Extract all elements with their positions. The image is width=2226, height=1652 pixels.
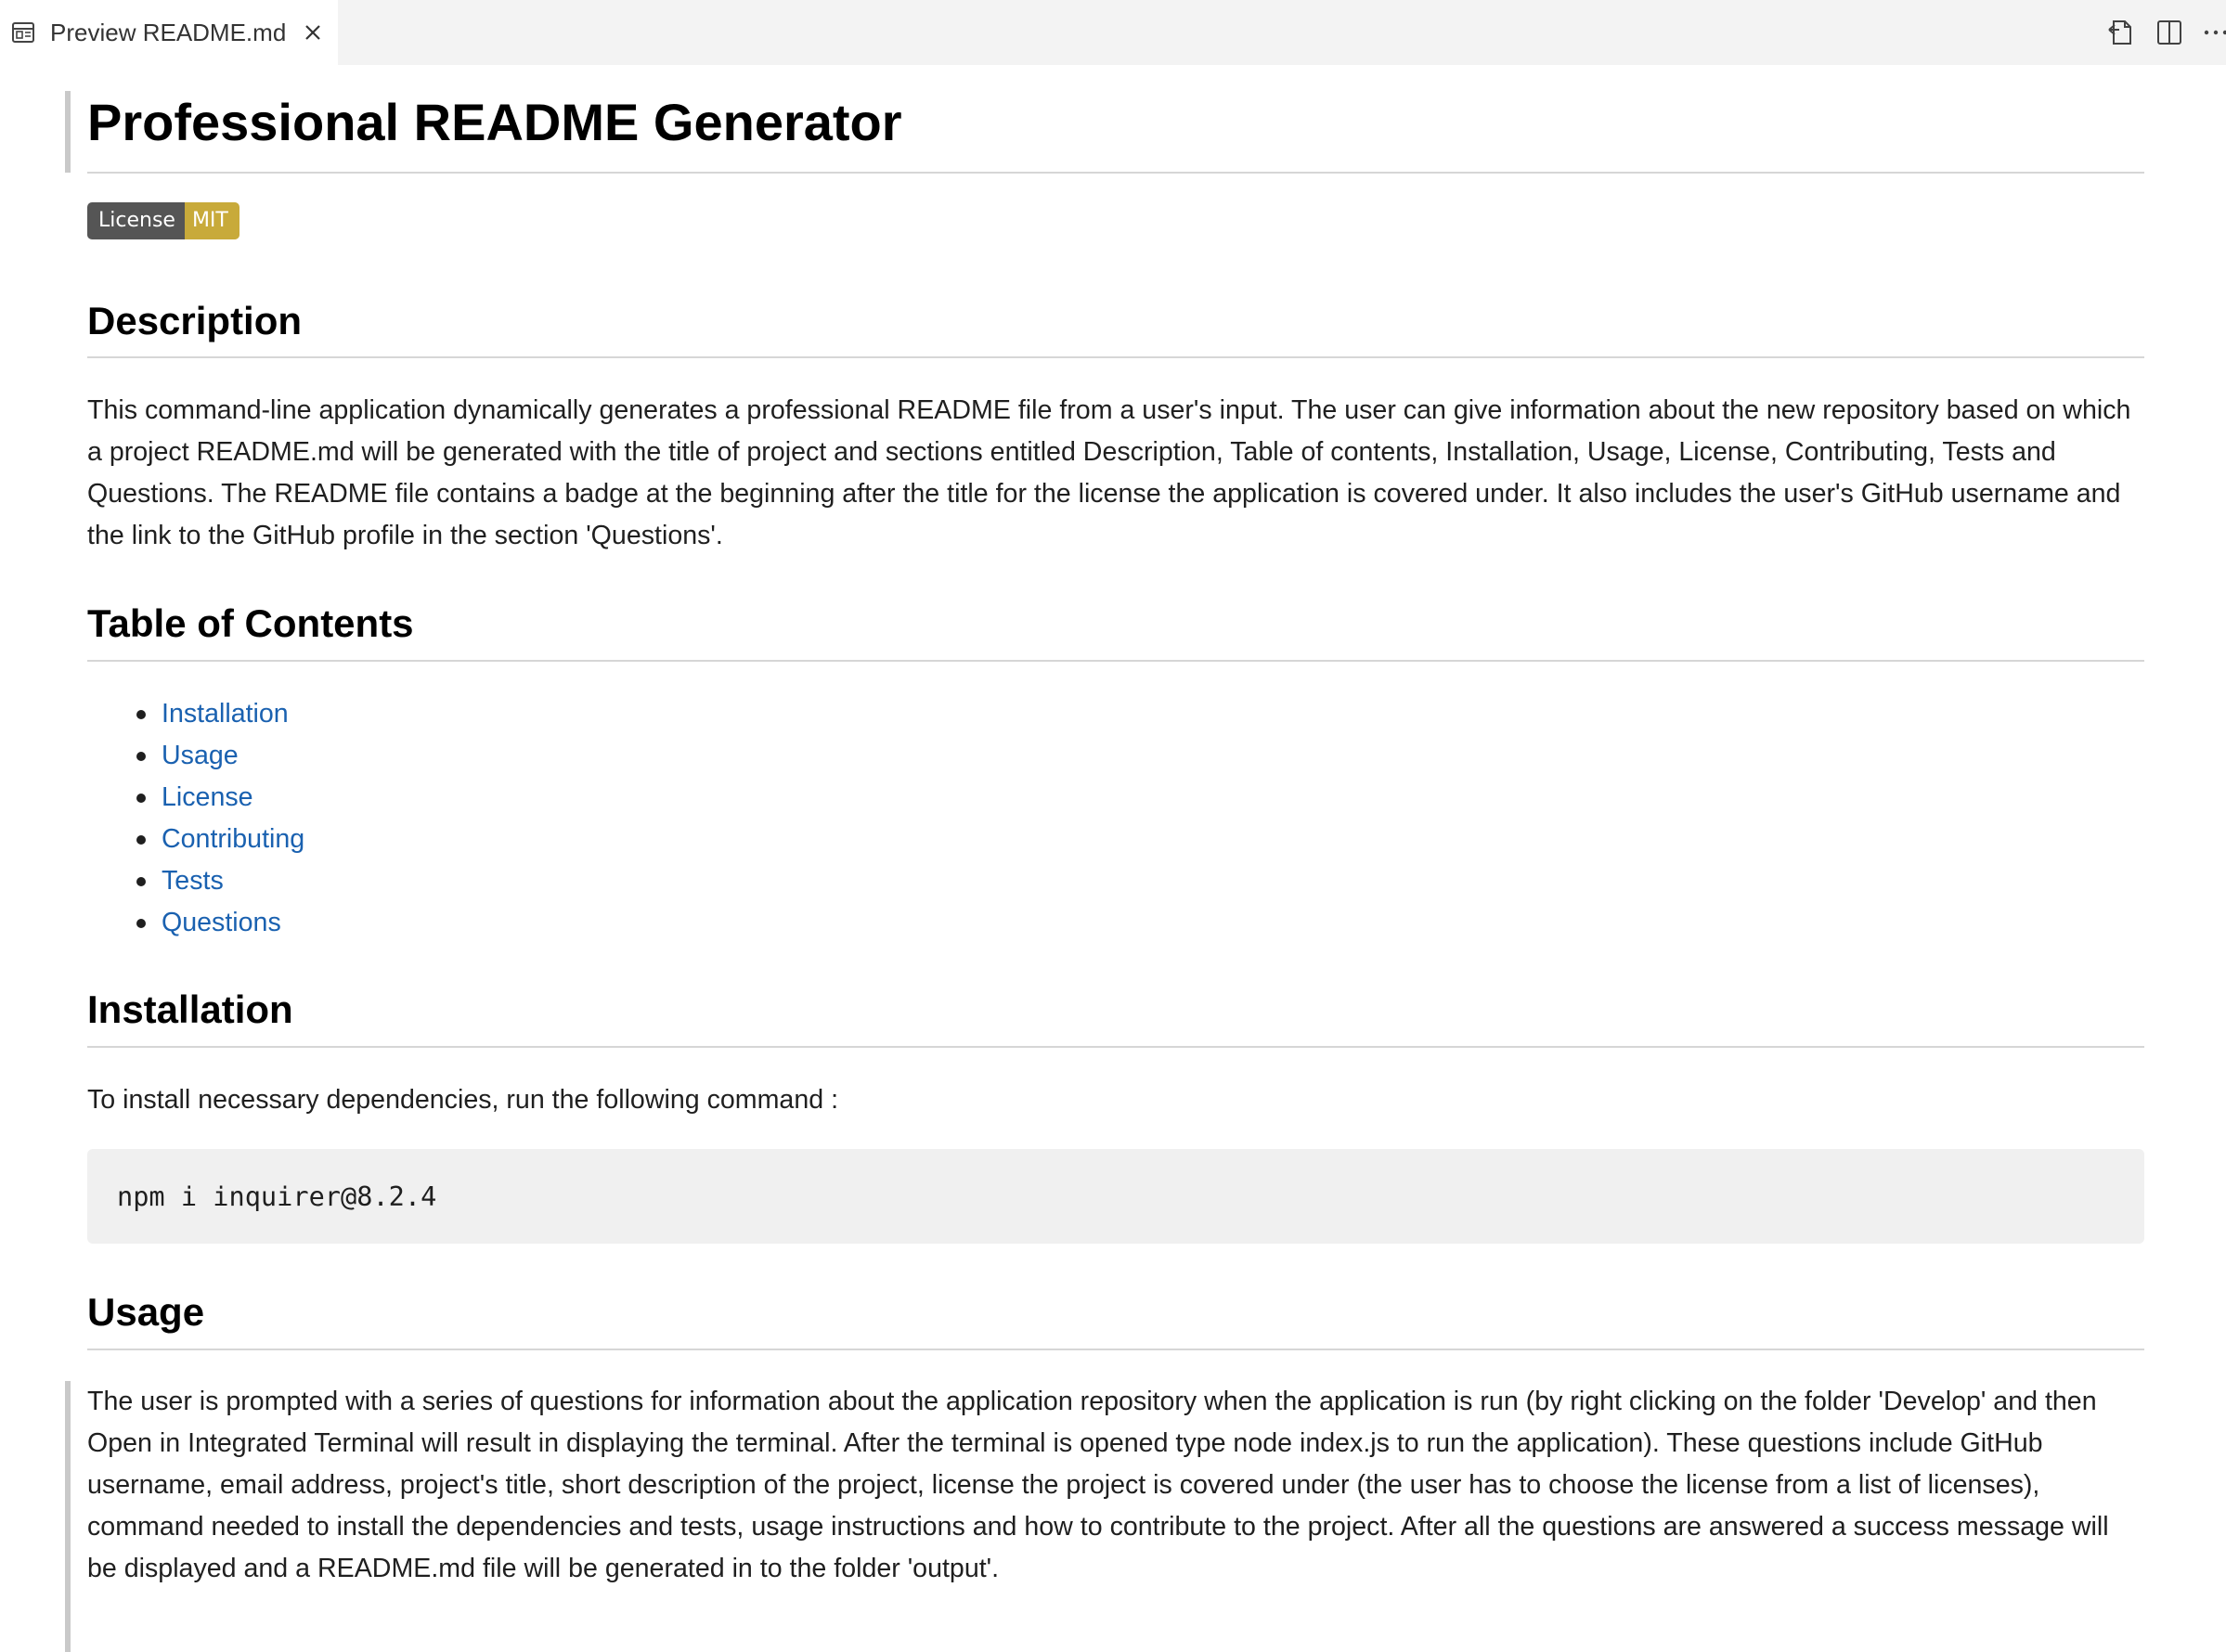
usage-divider xyxy=(87,1349,2144,1350)
installation-text: To install necessary dependencies, run t… xyxy=(87,1085,839,1115)
heading-description: Description xyxy=(87,299,303,342)
list-item: Contributing xyxy=(87,819,304,860)
list-item: Tests xyxy=(87,860,304,902)
heading-installation: Installation xyxy=(87,987,293,1031)
toc-link-questions[interactable]: Questions xyxy=(162,908,281,937)
list-item: Questions xyxy=(87,902,304,944)
toc-link-license[interactable]: License xyxy=(162,782,253,812)
installation-divider xyxy=(87,1046,2144,1048)
toc-divider xyxy=(87,660,2144,662)
description-text: This command-line application dynamicall… xyxy=(87,395,2131,550)
toc-list: Installation Usage License Contributing … xyxy=(87,693,304,944)
toc-link-contributing[interactable]: Contributing xyxy=(162,824,304,854)
tab-preview-readme[interactable]: Preview README.md xyxy=(0,0,338,65)
close-icon[interactable] xyxy=(299,19,327,46)
toc-link-tests[interactable]: Tests xyxy=(162,866,224,896)
title-divider xyxy=(87,172,2144,174)
selection-marker xyxy=(65,1381,71,1652)
editor-tab-bar: Preview README.md xyxy=(0,0,2226,65)
badge-label: License xyxy=(87,202,185,239)
heading-table-of-contents: Table of Contents xyxy=(87,601,414,645)
license-badge[interactable]: License MIT xyxy=(87,202,239,239)
install-command-codeblock[interactable]: npm i inquirer@8.2.4 xyxy=(87,1149,2144,1244)
open-source-icon[interactable] xyxy=(2105,17,2137,48)
usage-text: The user is prompted with a series of qu… xyxy=(87,1387,2109,1583)
toc-link-installation[interactable]: Installation xyxy=(162,699,289,729)
selection-marker xyxy=(65,91,71,173)
description-divider xyxy=(87,356,2144,358)
more-actions-icon[interactable] xyxy=(2202,17,2226,48)
toc-link-usage[interactable]: Usage xyxy=(162,741,239,770)
split-editor-icon[interactable] xyxy=(2154,17,2185,48)
list-item: Installation xyxy=(87,693,304,735)
heading-usage: Usage xyxy=(87,1290,205,1334)
list-item: License xyxy=(87,777,304,819)
tab-title: Preview README.md xyxy=(50,19,287,46)
page-title: Professional README Generator xyxy=(87,93,902,151)
preview-icon xyxy=(12,22,34,43)
list-item: Usage xyxy=(87,735,304,777)
badge-value: MIT xyxy=(184,202,239,239)
